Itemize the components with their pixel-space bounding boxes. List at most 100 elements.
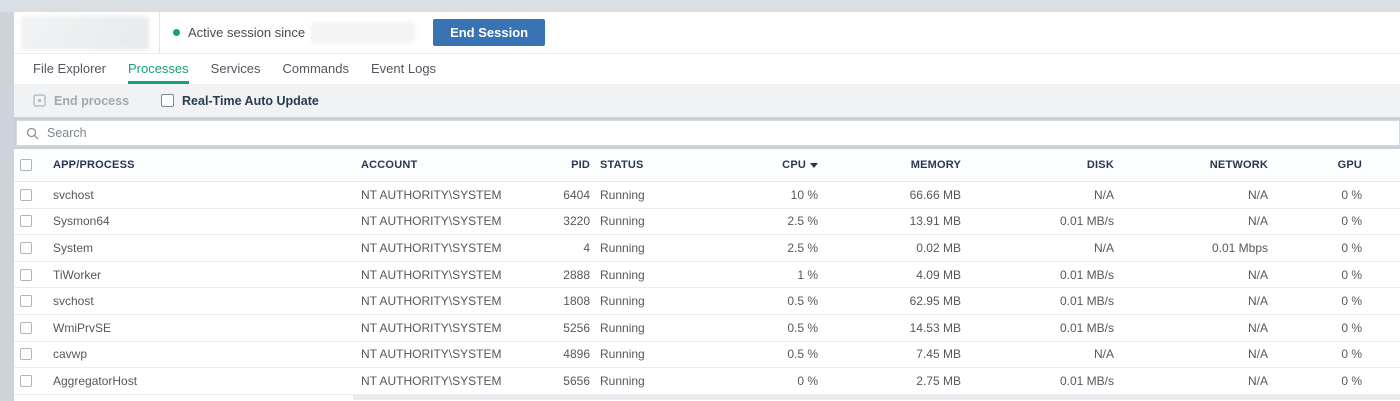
window-chrome-left: [0, 12, 14, 401]
process-cpu: 0 %: [797, 373, 818, 388]
process-network: N/A: [1247, 294, 1268, 309]
column-header-network[interactable]: NETWORK: [1114, 159, 1268, 171]
column-header-memory[interactable]: MEMORY: [818, 159, 961, 171]
device-name-redacted: [21, 15, 149, 50]
process-pid: 2888: [563, 267, 590, 282]
process-account: NT AUTHORITY\SYSTEM: [361, 214, 502, 229]
table-row[interactable]: cavwp NT AUTHORITY\SYSTEM 4896 Running 0…: [14, 341, 1400, 369]
row-check-cell: [14, 321, 52, 334]
cpu-header-label: CPU: [782, 159, 806, 171]
process-pid: 4: [583, 240, 590, 255]
tab-processes[interactable]: Processes: [127, 54, 189, 84]
process-status: Running: [600, 373, 645, 388]
end-session-button[interactable]: End Session: [433, 19, 546, 46]
process-network: N/A: [1247, 187, 1268, 202]
row-checkbox[interactable]: [20, 348, 32, 361]
column-header-gpu[interactable]: GPU: [1268, 159, 1364, 171]
session-status: Active session since: [173, 25, 305, 40]
process-gpu: 0 %: [1341, 187, 1362, 202]
active-status-dot-icon: [173, 29, 180, 36]
process-account: NT AUTHORITY\SYSTEM: [361, 347, 502, 362]
process-gpu: 0 %: [1341, 373, 1362, 388]
process-name: TiWorker: [53, 267, 101, 282]
table-row[interactable]: TiWorker NT AUTHORITY\SYSTEM 2888 Runnin…: [14, 261, 1400, 289]
column-header-disk[interactable]: DISK: [961, 159, 1114, 171]
process-name: svchost: [53, 187, 94, 202]
process-memory: 62.95 MB: [909, 294, 961, 309]
table-row[interactable]: Sysmon64 NT AUTHORITY\SYSTEM 3220 Runnin…: [14, 208, 1400, 236]
column-header-cpu[interactable]: CPU: [740, 159, 818, 171]
row-check-cell: [14, 215, 52, 228]
end-process-icon: [33, 94, 46, 107]
column-header-status[interactable]: STATUS: [590, 159, 740, 171]
process-gpu: 0 %: [1341, 320, 1362, 335]
process-account: NT AUTHORITY\SYSTEM: [361, 320, 502, 335]
process-status: Running: [600, 294, 645, 309]
search-icon: [26, 127, 39, 139]
process-name: svchost: [53, 294, 94, 309]
table-row[interactable]: WmiPrvSE NT AUTHORITY\SYSTEM 5256 Runnin…: [14, 314, 1400, 342]
column-header-pid[interactable]: PID: [560, 159, 590, 171]
session-header: Active session since End Session: [14, 12, 1400, 54]
process-memory: 4.09 MB: [916, 267, 961, 282]
process-name: System: [53, 240, 94, 255]
process-account: NT AUTHORITY\SYSTEM: [361, 187, 502, 202]
process-status: Running: [600, 214, 645, 229]
auto-update-toggle[interactable]: Real-Time Auto Update: [161, 94, 319, 108]
row-checkbox[interactable]: [20, 241, 32, 254]
process-cpu: 1 %: [797, 267, 818, 282]
column-header-app-process[interactable]: APP/PROCESS: [52, 159, 360, 171]
table-header-row: APP/PROCESS ACCOUNT PID STATUS CPU MEMOR…: [14, 149, 1400, 182]
row-checkbox[interactable]: [20, 215, 32, 228]
search-input[interactable]: [47, 126, 1399, 140]
row-check-cell: [14, 241, 52, 254]
table-row[interactable]: svchost NT AUTHORITY\SYSTEM 1808 Running…: [14, 288, 1400, 315]
row-checkbox[interactable]: [20, 188, 32, 201]
process-name: cavwp: [53, 347, 88, 362]
process-network: N/A: [1247, 373, 1268, 388]
process-status: Running: [600, 187, 645, 202]
process-disk: 0.01 MB/s: [1059, 214, 1114, 229]
table-row[interactable]: AggregatorHost NT AUTHORITY\SYSTEM 5656 …: [14, 368, 1400, 395]
process-cpu: 2.5 %: [787, 240, 818, 255]
auto-update-checkbox[interactable]: [161, 94, 175, 107]
process-status: Running: [600, 240, 645, 255]
process-table-body: svchost NT AUTHORITY\SYSTEM 6404 Running…: [14, 182, 1400, 400]
row-check-cell: [14, 268, 52, 281]
process-name: WmiPrvSE: [53, 320, 111, 335]
row-check-cell: [14, 295, 52, 308]
process-cpu: 0.5 %: [787, 347, 818, 362]
process-network: N/A: [1247, 320, 1268, 335]
row-checkbox[interactable]: [20, 321, 32, 334]
end-process-button[interactable]: End process: [32, 93, 129, 108]
tab-file-explorer[interactable]: File Explorer: [33, 54, 106, 84]
process-disk: 0.01 MB/s: [1059, 294, 1114, 309]
process-account: NT AUTHORITY\SYSTEM: [361, 240, 502, 255]
row-check-cell: [14, 348, 52, 361]
process-memory: 0.02 MB: [916, 240, 961, 255]
process-account: NT AUTHORITY\SYSTEM: [361, 267, 502, 282]
process-cpu: 0.5 %: [787, 320, 818, 335]
window-chrome-top: [0, 0, 1400, 12]
column-header-account[interactable]: ACCOUNT: [360, 159, 560, 171]
table-row[interactable]: System NT AUTHORITY\SYSTEM 4 Running 2.5…: [14, 235, 1400, 262]
tab-services[interactable]: Services: [211, 54, 261, 84]
tab-commands[interactable]: Commands: [283, 54, 349, 84]
process-cpu: 2.5 %: [787, 214, 818, 229]
select-all-checkbox[interactable]: [20, 159, 32, 171]
process-pid: 5656: [563, 373, 590, 388]
search-box[interactable]: [16, 120, 1400, 146]
process-disk: N/A: [1093, 187, 1114, 202]
tab-event-logs[interactable]: Event Logs: [371, 54, 436, 84]
row-checkbox[interactable]: [20, 295, 32, 308]
session-timestamp-redacted: [311, 22, 416, 43]
row-checkbox[interactable]: [20, 268, 32, 281]
process-gpu: 0 %: [1341, 240, 1362, 255]
row-checkbox[interactable]: [20, 374, 32, 387]
process-network: N/A: [1247, 347, 1268, 362]
table-row[interactable]: svchost NT AUTHORITY\SYSTEM 6404 Running…: [14, 182, 1400, 209]
process-pid: 6404: [563, 187, 590, 202]
partially-visible-row: [14, 394, 1400, 400]
process-memory: 7.45 MB: [916, 347, 961, 362]
end-process-label: End process: [54, 93, 130, 108]
